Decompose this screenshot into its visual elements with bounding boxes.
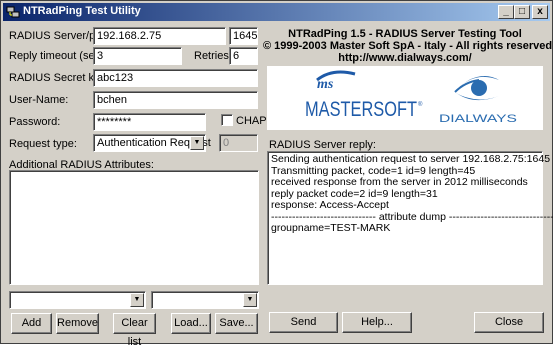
send-button[interactable]: Send (269, 312, 338, 333)
load-button[interactable]: Load... (171, 313, 211, 334)
chap-label: CHAP (236, 115, 267, 127)
reply-label: RADIUS Server reply: (269, 139, 376, 151)
chevron-down-icon[interactable]: ▼ (243, 293, 257, 307)
retries-input[interactable]: 6 (229, 47, 258, 65)
reply-line: Sending authentication request to server… (271, 153, 551, 165)
add-button[interactable]: Add (11, 313, 52, 334)
retries-label: Retries: (194, 50, 232, 62)
network-icon (6, 6, 20, 18)
save-button[interactable]: Save... (215, 313, 258, 334)
title-bar[interactable]: NTRadPing Test Utility _ □ x (3, 3, 550, 21)
maximize-button[interactable]: □ (514, 5, 530, 19)
chevron-down-icon[interactable]: ▼ (130, 293, 144, 307)
about-header: NTRadPing 1.5 - RADIUS Server Testing To… (263, 28, 553, 64)
attribute-name-select[interactable]: ▼ (9, 291, 146, 309)
request-type-select[interactable]: Authentication Request ▼ (93, 134, 211, 152)
dialways-name-text: DIALWAYS (439, 113, 517, 125)
registered-mark: ® (418, 101, 423, 108)
secret-input[interactable]: abc123 (93, 69, 258, 87)
request-type-label: Request type: (9, 138, 77, 150)
logo-panel: ms MASTERSOFT ® DIALWAYS (267, 66, 543, 130)
password-input[interactable]: ******** (93, 113, 206, 131)
mastersoft-name-text: MASTERSOFT (305, 98, 417, 121)
chap-checkbox[interactable] (221, 114, 233, 126)
window-title: NTRadPing Test Utility (23, 5, 141, 17)
port-input[interactable]: 1645 (229, 27, 258, 45)
copyright-text: © 1999-2003 Master Soft SpA - Italy - Al… (263, 40, 553, 52)
close-window-button[interactable]: x (532, 5, 548, 19)
close-button[interactable]: Close (474, 312, 544, 333)
reply-line: response: Access-Accept (271, 199, 389, 211)
password-label: Password: (9, 116, 61, 128)
server-input[interactable]: 192.168.2.75 (93, 27, 226, 45)
attribute-value-select[interactable]: ▼ (151, 291, 259, 309)
clear-list-button[interactable]: Clear list (113, 313, 156, 348)
attributes-list[interactable] (9, 170, 259, 285)
minimize-button[interactable]: _ (498, 5, 514, 19)
dialways-logo: DIALWAYS (439, 76, 517, 125)
timeout-input[interactable]: 3 (93, 47, 182, 65)
reply-line: groupname=TEST-MARK (271, 222, 391, 234)
app-window: NTRadPing Test Utility _ □ x RADIUS Serv… (0, 0, 553, 348)
mastersoft-ms-text: ms (317, 77, 334, 92)
website-link[interactable]: http://www.dialways.com/ (263, 52, 547, 64)
request-id-field: 0 (219, 134, 258, 152)
app-name-text: NTRadPing 1.5 - RADIUS Server Testing To… (288, 28, 522, 40)
username-input[interactable]: bchen (93, 91, 258, 109)
help-button[interactable]: Help... (342, 312, 412, 333)
remove-button[interactable]: Remove (56, 313, 99, 334)
reply-line: received response from the server in 201… (271, 176, 528, 188)
username-label: User-Name: (9, 94, 69, 106)
reply-output: Sending authentication request to server… (267, 151, 553, 285)
chevron-down-icon[interactable]: ▼ (190, 136, 204, 150)
